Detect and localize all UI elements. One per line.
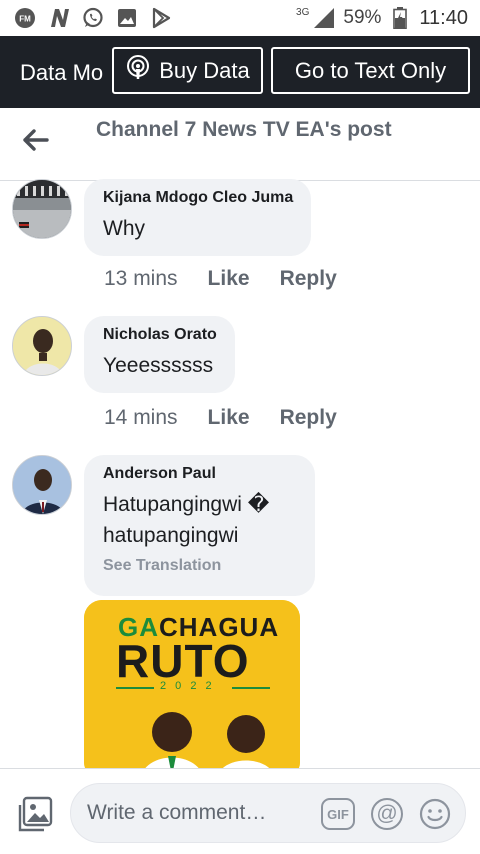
whatsapp-icon: [82, 7, 104, 29]
emoji-button[interactable]: [419, 798, 451, 830]
comment-text: Why: [103, 217, 145, 240]
comment-author[interactable]: Anderson Paul: [103, 465, 297, 483]
podcast-icon: [125, 54, 151, 87]
comment-meta: 13 mins Like Reply: [104, 267, 337, 291]
back-button[interactable]: [20, 126, 52, 158]
reply-button[interactable]: Reply: [280, 267, 337, 291]
photo-icon: [16, 796, 54, 837]
data-mode-label: Data Mo: [20, 60, 104, 85]
page-title: Channel 7 News TV EA's post: [96, 118, 392, 141]
comment-bubble: Nicholas Orato Yeeessssss: [84, 316, 235, 393]
arrow-left-icon: [23, 128, 49, 156]
comment-time: 14 mins: [104, 406, 178, 429]
text-only-button[interactable]: Go to Text Only: [271, 47, 470, 94]
see-translation-link[interactable]: See Translation: [103, 557, 297, 575]
photo-attach-button[interactable]: [16, 795, 54, 833]
like-button[interactable]: Like: [208, 267, 250, 291]
comment-time: 13 mins: [104, 267, 178, 290]
sticker-year: 2 0 2 2: [160, 680, 215, 692]
smiley-icon: [419, 798, 451, 834]
comment-input[interactable]: Write a comment… GIF @: [70, 783, 466, 843]
comment-input-placeholder: Write a comment…: [87, 801, 267, 824]
comment-composer: Write a comment… GIF @: [0, 768, 480, 854]
comment-meta: 14 mins Like Reply: [104, 406, 337, 430]
svg-text:FM: FM: [19, 15, 31, 24]
avatar[interactable]: [12, 179, 72, 239]
signal-icon: [313, 7, 335, 29]
like-button[interactable]: Like: [208, 406, 250, 430]
battery-percent: 59%: [343, 7, 382, 28]
comment-author[interactable]: Kijana Mdogo Cleo Juma: [103, 189, 293, 207]
avatar[interactable]: [12, 455, 72, 515]
mention-button[interactable]: @: [371, 798, 403, 830]
buy-data-label: Buy Data: [159, 57, 250, 83]
status-bar: FM 3G 59% 11:40: [0, 0, 480, 36]
text-only-label: Go to Text Only: [294, 57, 447, 83]
data-mode-banner: Data Mo Buy Data Go to Text Only: [0, 36, 480, 108]
n-app-icon: [48, 7, 70, 29]
image-icon: [116, 7, 138, 29]
comment-text-line: hatupangingwi: [103, 524, 239, 547]
comment-bubble: Kijana Mdogo Cleo Juma Why: [84, 179, 312, 256]
play-store-icon: [150, 7, 172, 29]
comment-author[interactable]: Nicholas Orato: [103, 326, 217, 344]
reply-button[interactable]: Reply: [280, 406, 337, 430]
page-header: Channel 7 News TV EA's post: [0, 108, 480, 181]
avatar[interactable]: [12, 316, 72, 376]
network-type: 3G: [296, 6, 310, 18]
comment-sticker-image[interactable]: GACHAGUA RUTO 2 0 2 2: [84, 600, 300, 780]
fm-radio-icon: FM: [14, 7, 36, 29]
clock: 11:40: [419, 6, 468, 29]
gif-button[interactable]: GIF: [321, 798, 355, 830]
comment-text-line: Hatupangingwi �: [103, 493, 270, 516]
buy-data-button[interactable]: Buy Data: [112, 47, 263, 94]
battery-icon: [389, 7, 411, 29]
comment-bubble: Anderson Paul Hatupangingwi � hatupangin…: [84, 455, 315, 596]
comment-text: Yeeessssss: [103, 354, 214, 377]
